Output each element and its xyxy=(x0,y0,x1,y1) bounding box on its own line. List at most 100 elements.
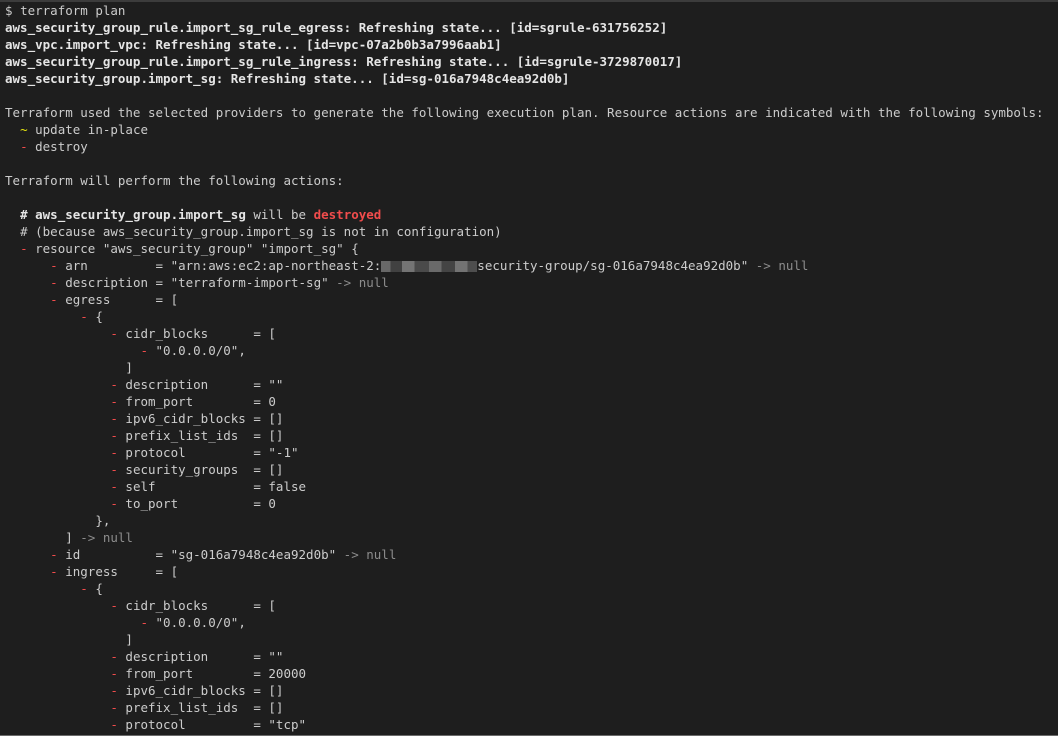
arrow-null: -> null xyxy=(748,258,809,273)
ingress-prefix-list: - prefix_list_ids = [] xyxy=(5,699,283,716)
minus-symbol: - xyxy=(20,241,28,256)
ingress-from-port-text: from_port = 20000 xyxy=(125,666,307,681)
command-text: terraform plan xyxy=(20,3,126,18)
resource-address: aws_security_group.import_sg xyxy=(35,207,246,222)
minus-symbol: - xyxy=(110,377,118,392)
legend-update: ~ update in-place xyxy=(5,121,148,138)
ingress-protocol: - protocol = "tcp" xyxy=(5,716,306,733)
ingress-protocol-text: protocol = "tcp" xyxy=(125,717,307,732)
minus-symbol: - xyxy=(110,428,118,443)
ingress-cidr-blocks: - cidr_blocks = [ xyxy=(5,597,276,614)
arrow-null: -> null xyxy=(328,275,389,290)
minus-symbol: - xyxy=(140,343,148,358)
egress-open: egress = [ xyxy=(65,292,179,307)
bracket-close: ] xyxy=(125,360,133,375)
arrow-null: -> null xyxy=(336,547,397,562)
terminal-output[interactable]: $ terraform plan aws_security_group_rule… xyxy=(0,0,1058,736)
egress-to-port: - to_port = 0 xyxy=(5,495,276,512)
update-symbol: ~ xyxy=(20,122,28,137)
minus-symbol: - xyxy=(110,683,118,698)
minus-symbol: - xyxy=(80,309,88,324)
command-line: $ terraform plan xyxy=(5,2,125,19)
description-value: "terraform-import-sg" xyxy=(170,275,329,290)
egress-security-groups-text: security_groups = [] xyxy=(125,462,284,477)
ingress-open: ingress = [ xyxy=(65,564,179,579)
ingress-cidr-value: - "0.0.0.0/0", xyxy=(5,614,245,631)
egress-from-port-text: from_port = 0 xyxy=(125,394,276,409)
attr-description: - description = "terraform-import-sg" ->… xyxy=(5,274,389,291)
attr-egress: - egress = [ xyxy=(5,291,178,308)
egress-self: - self = false xyxy=(5,478,306,495)
egress-prefix-text: prefix_list_ids = [] xyxy=(125,428,284,443)
minus-symbol: - xyxy=(80,581,88,596)
minus-symbol: - xyxy=(140,615,148,630)
minus-symbol: - xyxy=(110,700,118,715)
brace-open: { xyxy=(95,309,103,324)
minus-symbol: - xyxy=(50,564,58,579)
attr-id: - id = "sg-016a7948c4ea92d0b" -> null xyxy=(5,546,396,563)
egress-self-text: self = false xyxy=(125,479,307,494)
comment-hash: # xyxy=(20,207,28,222)
arrow-null: -> null xyxy=(72,530,133,545)
arn-key: arn = xyxy=(65,258,171,273)
egress-ipv6-text: ipv6_cidr_blocks = [] xyxy=(125,411,284,426)
refresh-line-vpc: aws_vpc.import_vpc: Refreshing state... … xyxy=(5,37,502,52)
egress-brace-open: - { xyxy=(5,308,103,325)
cidr-blocks-open: cidr_blocks = [ xyxy=(125,598,276,613)
perform-message: Terraform will perform the following act… xyxy=(5,173,344,188)
minus-symbol: - xyxy=(110,445,118,460)
id-value: "sg-016a7948c4ea92d0b" xyxy=(170,547,337,562)
arn-value-end: security-group/sg-016a7948c4ea92d0b" xyxy=(477,258,749,273)
egress-close: ] -> null xyxy=(5,529,133,546)
destroyed-label: destroyed xyxy=(313,207,382,222)
minus-symbol: - xyxy=(50,292,58,307)
minus-symbol: - xyxy=(110,666,118,681)
minus-symbol: - xyxy=(110,496,118,511)
bracket-close: ] xyxy=(125,632,133,647)
egress-ipv6-cidr: - ipv6_cidr_blocks = [] xyxy=(5,410,283,427)
minus-symbol: - xyxy=(50,547,58,562)
ingress-prefix-text: prefix_list_ids = [] xyxy=(125,700,284,715)
egress-brace-close: }, xyxy=(5,512,110,529)
cidr-value: "0.0.0.0/0", xyxy=(155,343,246,358)
egress-security-groups: - security_groups = [] xyxy=(5,461,283,478)
attr-ingress: - ingress = [ xyxy=(5,563,178,580)
refresh-line-sg-rule-ingress: aws_security_group_rule.import_sg_rule_i… xyxy=(5,54,683,69)
because-comment-text: # (because aws_security_group.import_sg … xyxy=(20,224,502,239)
resource-decl-text: resource "aws_security_group" "import_sg… xyxy=(35,241,359,256)
minus-symbol: - xyxy=(110,326,118,341)
arn-value-start: "arn:aws:ec2:ap-northeast-2: xyxy=(170,258,382,273)
ingress-ipv6-cidr: - ipv6_cidr_blocks = [] xyxy=(5,682,283,699)
ingress-ipv6-text: ipv6_cidr_blocks = [] xyxy=(125,683,284,698)
egress-prefix-list: - prefix_list_ids = [] xyxy=(5,427,283,444)
egress-cidr-close: ] xyxy=(5,359,133,376)
cidr-blocks-open: cidr_blocks = [ xyxy=(125,326,276,341)
top-border xyxy=(0,0,1058,2)
refresh-line-sg: aws_security_group.import_sg: Refreshing… xyxy=(5,71,570,86)
minus-symbol: - xyxy=(110,462,118,477)
egress-cidr-blocks: - cidr_blocks = [ xyxy=(5,325,276,342)
ingress-description-text: description = "" xyxy=(125,649,284,664)
egress-cidr-value: - "0.0.0.0/0", xyxy=(5,342,246,359)
egress-protocol-text: protocol = "-1" xyxy=(125,445,299,460)
minus-symbol: - xyxy=(110,717,118,732)
attr-arn: - arn = "arn:aws:ec2:ap-northeast-2: secu… xyxy=(5,257,808,274)
destroy-text: destroy xyxy=(35,139,88,154)
egress-protocol: - protocol = "-1" xyxy=(5,444,299,461)
egress-to-port-text: to_port = 0 xyxy=(125,496,276,511)
resource-header: # aws_security_group.import_sg will be d… xyxy=(5,206,381,223)
egress-description: - description = "" xyxy=(5,376,283,393)
prompt-symbol: $ xyxy=(5,3,13,18)
minus-symbol: - xyxy=(110,411,118,426)
ingress-from-port: - from_port = 20000 xyxy=(5,665,306,682)
minus-symbol: - xyxy=(110,598,118,613)
ingress-brace-open: - { xyxy=(5,580,103,597)
bracket-close: ] xyxy=(65,530,73,545)
providers-message: Terraform used the selected providers to… xyxy=(5,105,1044,120)
will-be-text: will be xyxy=(253,207,307,222)
id-key: id = xyxy=(65,547,171,562)
because-comment: # (because aws_security_group.import_sg … xyxy=(5,223,502,240)
egress-from-port: - from_port = 0 xyxy=(5,393,276,410)
minus-symbol: - xyxy=(110,479,118,494)
egress-description-text: description = "" xyxy=(125,377,284,392)
